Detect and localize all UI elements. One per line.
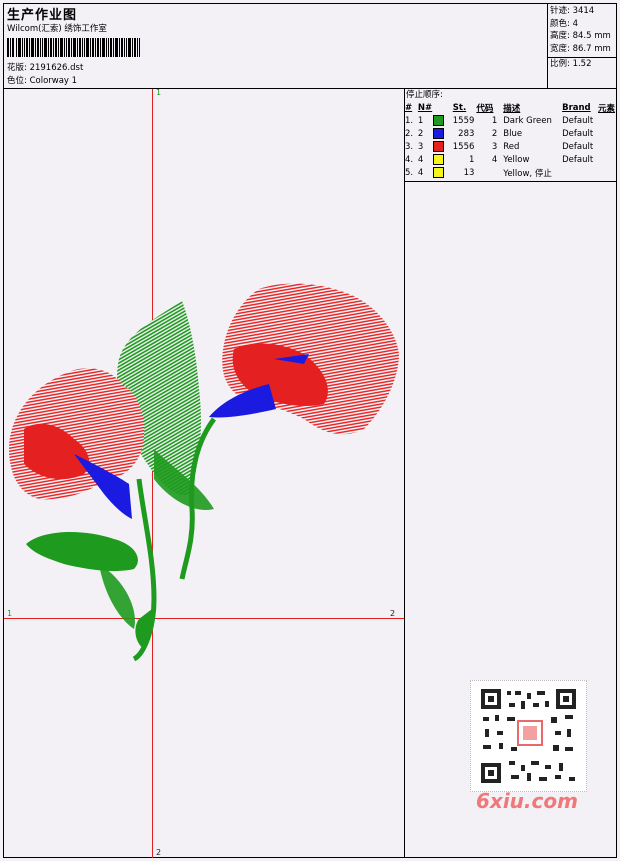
design-row: 花版: 2191626.dst bbox=[7, 63, 83, 73]
row-needle: 2 bbox=[417, 128, 424, 139]
stop-sequence-table: # N# St. 代码 描述 Brand 元素 1. 1 1559 1 Dark… bbox=[405, 101, 620, 179]
table-row: 2. 2 283 2 Blue Default bbox=[405, 127, 620, 140]
colorway-value: Colorway 1 bbox=[29, 76, 78, 86]
row-brand: Default bbox=[562, 154, 594, 165]
row-index: 3. bbox=[405, 141, 414, 152]
colorway-row: 色位: Colorway 1 bbox=[7, 76, 77, 86]
color-swatch bbox=[432, 128, 444, 139]
design-label: 花版: bbox=[7, 63, 27, 73]
row-brand: Default bbox=[562, 141, 594, 152]
row-index: 4. bbox=[405, 154, 414, 165]
stat-colors: 颜色: 4 bbox=[550, 18, 578, 29]
col-header: 代码 bbox=[476, 103, 494, 114]
table-row: 4. 4 1 4 Yellow Default bbox=[405, 153, 620, 166]
col-header: St. bbox=[452, 102, 467, 113]
row-code: 2 bbox=[491, 128, 498, 139]
color-swatch bbox=[432, 115, 444, 126]
row-index: 2. bbox=[405, 128, 414, 139]
col-header: 描述 bbox=[503, 103, 521, 114]
row-desc: Blue bbox=[503, 128, 523, 139]
row-code: 1 bbox=[491, 115, 498, 126]
row-needle: 4 bbox=[417, 154, 424, 165]
table-bottom-divider bbox=[404, 181, 617, 182]
panel-divider bbox=[404, 88, 405, 858]
row-brand bbox=[562, 166, 598, 179]
row-needle: 4 bbox=[417, 167, 424, 178]
stop-sequence-title: 停止顺序: bbox=[406, 90, 443, 100]
table-row: 5. 4 13 Yellow, 停止 bbox=[405, 166, 620, 179]
stat-stitches: 针迹: 3414 bbox=[550, 6, 595, 16]
row-stitches: 1 bbox=[468, 154, 475, 165]
color-swatch bbox=[432, 141, 444, 152]
table-row: 3. 3 1556 3 Red Default bbox=[405, 140, 620, 153]
stat-height: 高度: 84.5 mm bbox=[550, 31, 611, 41]
studio-name: Wilcom(汇索) 绣饰工作室 bbox=[7, 24, 107, 34]
row-stitches: 1559 bbox=[452, 115, 475, 126]
stat-scale: 比例: 1.52 bbox=[550, 59, 592, 69]
qr-code-watermark bbox=[470, 680, 587, 792]
design-file: 2191626.dst bbox=[29, 63, 84, 73]
page-title: 生产作业图 bbox=[7, 8, 78, 23]
row-needle: 3 bbox=[417, 141, 424, 152]
row-index: 1. bbox=[405, 115, 414, 126]
row-code: 3 bbox=[491, 141, 498, 152]
colorway-label: 色位: bbox=[7, 76, 27, 86]
row-desc: Dark Green bbox=[503, 115, 552, 126]
color-swatch bbox=[432, 154, 444, 165]
stat-width: 宽度: 86.7 mm bbox=[550, 43, 611, 54]
row-stitches: 283 bbox=[458, 128, 475, 139]
col-header: N# bbox=[417, 102, 433, 113]
row-stitches: 1556 bbox=[452, 141, 475, 152]
row-needle: 1 bbox=[417, 115, 424, 126]
row-index: 5. bbox=[405, 167, 414, 178]
embroidery-design bbox=[9, 283, 399, 662]
barcode bbox=[7, 38, 140, 57]
col-header: 元素 bbox=[598, 103, 616, 114]
col-header: Brand bbox=[562, 102, 591, 113]
watermark-text: 6xiu.com bbox=[476, 789, 578, 813]
row-brand: Default bbox=[562, 115, 594, 126]
row-desc: Red bbox=[503, 141, 520, 152]
table-row: 1. 1 1559 1 Dark Green Default bbox=[405, 114, 620, 127]
col-header: # bbox=[405, 102, 413, 113]
stats-panel: 针迹: 3414 颜色: 4 高度: 84.5 mm 宽度: 86.7 mm bbox=[550, 5, 611, 55]
row-code bbox=[476, 166, 503, 179]
flowers bbox=[9, 283, 399, 519]
row-desc: Yellow, 停止 bbox=[503, 168, 552, 179]
stats-scale: 比例: 1.52 bbox=[550, 58, 592, 71]
row-stitches: 13 bbox=[463, 167, 475, 178]
row-desc: Yellow bbox=[503, 154, 530, 165]
row-brand: Default bbox=[562, 128, 594, 139]
table-header-row: # N# St. 代码 描述 Brand 元素 bbox=[405, 101, 620, 114]
stats-divider bbox=[547, 3, 548, 89]
color-swatch bbox=[432, 167, 444, 178]
row-code: 4 bbox=[491, 154, 498, 165]
